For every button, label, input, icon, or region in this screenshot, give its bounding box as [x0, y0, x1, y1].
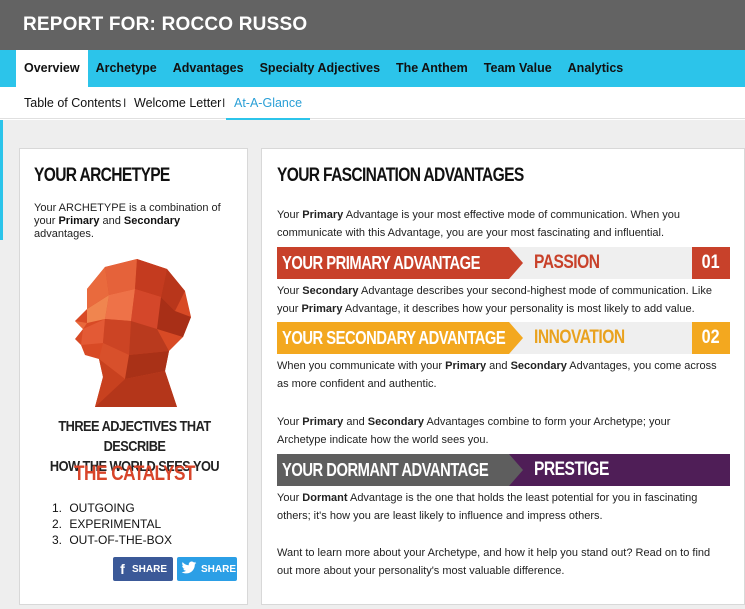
secondary-intro-paragraph: Your Secondary Advantage describes your …	[277, 285, 712, 315]
subnav-table-of-contents[interactable]: Table of Contents	[24, 96, 121, 110]
primary-intro-paragraph: Your Primary Advantage is your most effe…	[277, 209, 680, 239]
advantages-card-title: YOUR FASCINATION ADVANTAGES	[277, 165, 524, 186]
primary-advantage-banner: YOUR PRIMARY ADVANTAGE PASSION 01	[277, 247, 730, 279]
secondary-advantage-label: YOUR SECONDARY ADVANTAGE	[282, 328, 506, 348]
list-item: 1. OUTGOING	[52, 500, 172, 516]
learn-more-paragraph: Want to learn more about your Archetype,…	[277, 547, 711, 577]
facebook-share-button[interactable]: f SHARE	[113, 557, 173, 581]
archetype-name: THE CATALYST	[73, 462, 196, 485]
combined-paragraph: When you communicate with your Primary a…	[277, 360, 717, 390]
primary-advantage-value: PASSION	[534, 252, 600, 273]
twitter-share-label: SHARE	[201, 563, 237, 575]
report-header: REPORT FOR: ROCCO RUSSO	[0, 0, 745, 50]
tab-advantages[interactable]: Advantages	[165, 50, 252, 87]
tab-the-anthem[interactable]: The Anthem	[388, 50, 476, 87]
list-item: 2. EXPERIMENTAL	[52, 516, 172, 532]
desc-secondary: Secondary	[123, 215, 181, 227]
report-title: REPORT FOR: ROCCO RUSSO	[23, 14, 308, 35]
list-number: 2.	[52, 517, 63, 531]
desc-text: and	[99, 215, 124, 227]
archetype-head-illustration	[65, 259, 205, 409]
dormant-advantage-label: YOUR DORMANT ADVANTAGE	[282, 460, 489, 480]
facebook-icon: f	[120, 561, 125, 577]
adjective-text: EXPERIMENTAL	[69, 517, 162, 531]
adjectives-heading-line1: THREE ADJECTIVES THAT DESCRIBE	[58, 418, 211, 455]
facebook-share-label: SHARE	[131, 563, 167, 575]
desc-primary: Primary	[58, 215, 100, 227]
left-accent-stripe	[0, 120, 3, 240]
dormant-advantage-value: PRESTIGE	[534, 459, 609, 480]
list-item: 3. OUT-OF-THE-BOX	[52, 532, 172, 548]
tab-analytics[interactable]: Analytics	[560, 50, 632, 87]
adjective-text: OUTGOING	[69, 501, 135, 515]
subnav-separator: I	[123, 96, 127, 110]
archetype-card-title: YOUR ARCHETYPE	[34, 165, 170, 186]
list-number: 1.	[52, 501, 63, 515]
main-nav: Overview Archetype Advantages Specialty …	[0, 50, 745, 87]
tab-team-value[interactable]: Team Value	[476, 50, 560, 87]
primary-advantage-label: YOUR PRIMARY ADVANTAGE	[282, 253, 481, 273]
secondary-advantage-value: INNOVATION	[534, 327, 625, 348]
tab-archetype[interactable]: Archetype	[88, 50, 165, 87]
subnav-welcome-letter[interactable]: Welcome Letter	[134, 96, 221, 110]
subnav-at-a-glance[interactable]: At-A-Glance	[226, 96, 311, 121]
adjectives-list: 1. OUTGOING 2. EXPERIMENTAL 3. OUT-OF-TH…	[52, 500, 172, 548]
advantages-card: YOUR FASCINATION ADVANTAGES Your Primary…	[261, 148, 745, 605]
head-profile-icon	[75, 259, 191, 407]
sub-nav: Table of Contents I Welcome Letter I At-…	[0, 87, 745, 121]
secondary-advantage-number: 02	[702, 327, 720, 348]
primary-advantage-number: 01	[702, 252, 720, 273]
twitter-icon	[181, 561, 197, 577]
twitter-share-button[interactable]: SHARE	[177, 557, 237, 581]
tab-specialty-adjectives[interactable]: Specialty Adjectives	[252, 50, 388, 87]
archetype-description: Your ARCHETYPE is a combination of your …	[34, 202, 234, 241]
dormant-advantage-banner: YOUR DORMANT ADVANTAGE PRESTIGE	[277, 454, 730, 486]
adjective-text: OUT-OF-THE-BOX	[69, 533, 173, 547]
list-number: 3.	[52, 533, 63, 547]
tab-overview[interactable]: Overview	[16, 50, 88, 87]
subnav-separator: I	[222, 96, 226, 110]
dormant-paragraph: Your Dormant Advantage is the one that h…	[277, 492, 698, 522]
desc-text: advantages.	[34, 228, 94, 240]
archetype-paragraph: Your Primary and Secondary Advantages co…	[277, 416, 671, 446]
secondary-advantage-banner: YOUR SECONDARY ADVANTAGE INNOVATION 02	[277, 322, 730, 354]
archetype-card: YOUR ARCHETYPE Your ARCHETYPE is a combi…	[19, 148, 248, 605]
